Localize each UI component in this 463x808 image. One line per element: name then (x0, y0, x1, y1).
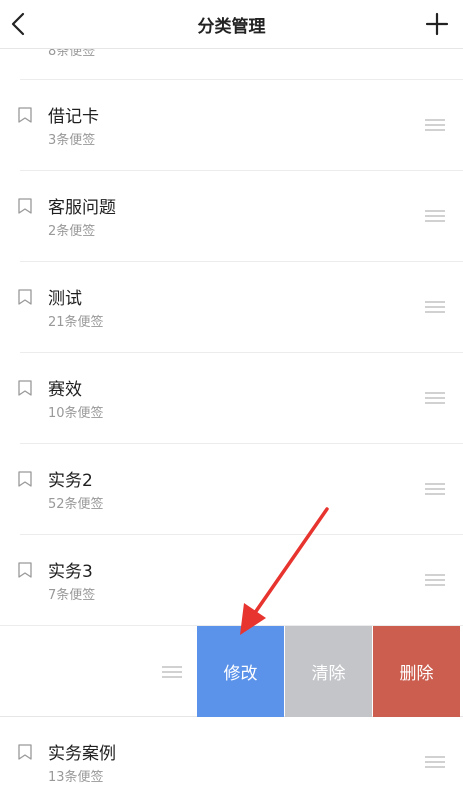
bookmark-icon (18, 562, 32, 578)
note-count: 7条便签 (48, 588, 96, 603)
category-name: 赛效 (48, 380, 82, 400)
bookmark-icon (18, 107, 32, 123)
drag-handle-icon[interactable] (162, 665, 182, 679)
bookmark-icon (18, 744, 32, 760)
bookmark-icon (18, 198, 32, 214)
list-item[interactable]: 实务3 7条便签 (0, 535, 463, 626)
bookmark-icon (18, 471, 32, 487)
note-count: 2条便签 (48, 224, 96, 239)
note-count: 3条便签 (48, 133, 96, 148)
list-item[interactable]: 客服问题 2条便签 (0, 171, 463, 262)
note-count: 13条便签 (48, 770, 104, 785)
list-item-swiped[interactable]: 修改 清除 删除 (0, 625, 463, 717)
category-name: 测试 (48, 289, 82, 309)
bookmark-icon (18, 289, 32, 305)
bookmark-icon (18, 380, 32, 396)
category-name: 实务案例 (48, 744, 116, 764)
drag-handle-icon[interactable] (425, 391, 445, 405)
list-item[interactable]: 借记卡 3条便签 (0, 80, 463, 171)
category-name: 借记卡 (48, 107, 99, 127)
drag-handle-icon[interactable] (425, 482, 445, 496)
category-name: 实务2 (48, 471, 93, 491)
page-title: 分类管理 (197, 17, 266, 37)
clear-button[interactable]: 清除 (285, 626, 372, 717)
category-name: 客服问题 (48, 198, 116, 218)
note-count: 52条便签 (48, 497, 104, 512)
drag-handle-icon[interactable] (425, 209, 445, 223)
drag-handle-icon[interactable] (425, 573, 445, 587)
note-count: 21条便签 (48, 315, 104, 330)
drag-handle-icon[interactable] (425, 300, 445, 314)
edit-button[interactable]: 修改 (197, 626, 284, 717)
drag-handle-icon[interactable] (425, 755, 445, 769)
list-item[interactable]: 实务案例 13条便签 (0, 717, 463, 808)
list-item[interactable]: 赛效 10条便签 (0, 353, 463, 444)
nav-bar: 分类管理 (0, 0, 463, 49)
list-item[interactable]: 实务2 52条便签 (0, 444, 463, 535)
delete-button[interactable]: 删除 (373, 626, 460, 717)
add-icon[interactable] (423, 10, 451, 38)
list-item[interactable]: 测试 21条便签 (0, 262, 463, 353)
category-name: 实务3 (48, 562, 93, 582)
note-count: 10条便签 (48, 406, 104, 421)
drag-handle-icon[interactable] (425, 118, 445, 132)
